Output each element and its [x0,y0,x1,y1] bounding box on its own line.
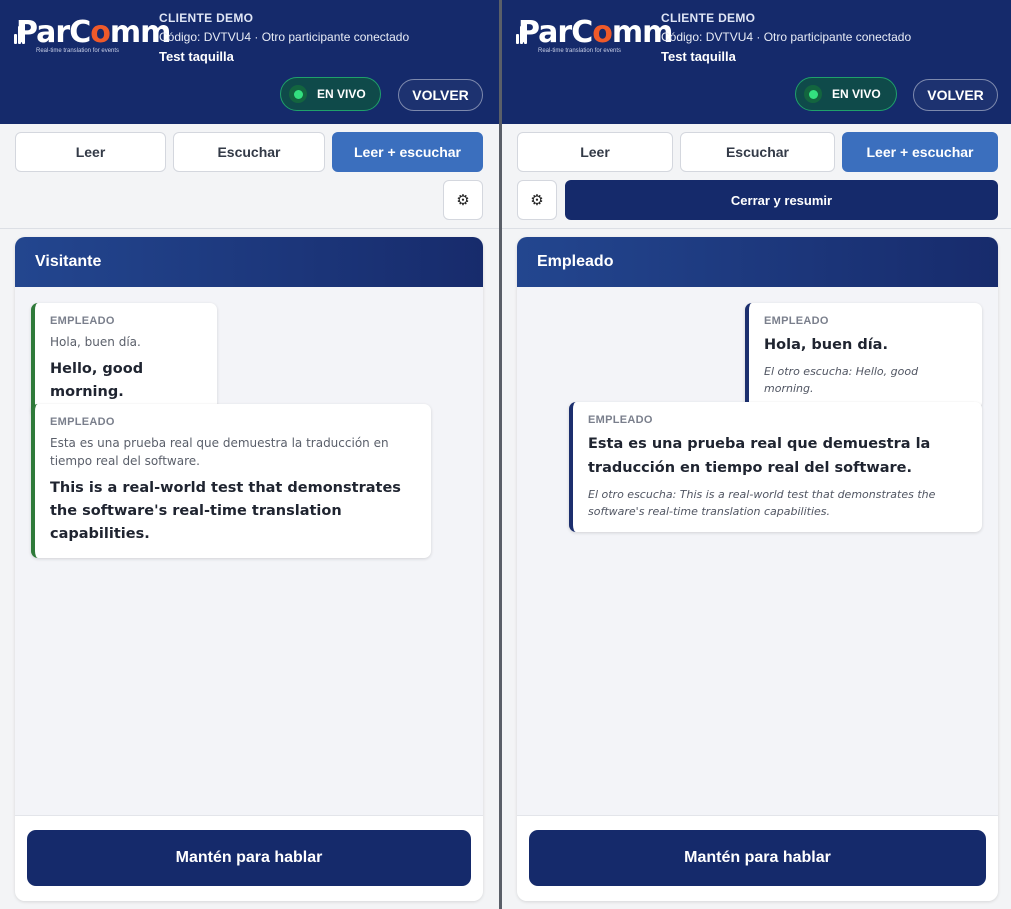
message-translation: Hello, good morning. [50,361,144,400]
mode-listen-button[interactable]: Escuchar [680,132,835,172]
chat-panel: Visitante EMPLEADO Hola, buen día. Hello… [15,237,483,901]
chat-panel-title: Empleado [517,237,998,287]
session-info: Código: DVTVU4 · Otro participante conec… [159,30,410,44]
gear-icon: ⚙ [456,192,470,209]
event-name: Test taquilla [159,49,234,64]
parcomm-logo: ParC o mm Real-time translation for events [516,15,673,54]
employee-pane: ParC o mm Real-time translation for events… [502,0,1011,909]
message-speaker: EMPLEADO [50,315,115,327]
message-heard-translation: El otro escucha: This is a real-world te… [588,488,936,518]
back-button[interactable]: VOLVER [398,79,483,111]
settings-button[interactable]: ⚙ [443,180,483,220]
client-name: CLIENTE DEMO [159,11,254,25]
message-heard-translation: El otro escucha: Hello, good morning. [764,365,919,395]
close-and-summarize-button[interactable]: Cerrar y resumir [565,180,998,220]
app-header: ParC o mm Real-time translation for events… [0,0,499,124]
message-text: Hola, buen día. [764,337,888,353]
mode-listen-button[interactable]: Escuchar [173,132,325,172]
mode-read-button[interactable]: Leer [517,132,673,172]
message-original: Hola, buen día. [50,335,141,349]
message-card: EMPLEADO Hola, buen día. Hello, good mor… [31,303,217,416]
divider [502,228,1011,229]
message-speaker: EMPLEADO [588,414,653,426]
divider [0,228,499,229]
live-indicator-icon [289,85,307,103]
chat-footer: Mantén para hablar [15,815,483,901]
event-name: Test taquilla [661,49,736,64]
message-speaker: EMPLEADO [50,416,115,428]
chat-footer: Mantén para hablar [517,815,998,901]
message-original: Esta es una prueba real que demuestra la… [50,436,389,468]
visitor-pane: ParC o mm Real-time translation for events… [0,0,499,909]
parcomm-logo: ParC o mm Real-time translation for events [14,15,171,54]
push-to-talk-button[interactable]: Mantén para hablar [27,830,471,886]
mode-read-button[interactable]: Leer [15,132,166,172]
live-indicator-icon [804,85,822,103]
back-button[interactable]: VOLVER [913,79,998,111]
message-speaker: EMPLEADO [764,315,829,327]
mode-read-listen-button[interactable]: Leer + escuchar [842,132,998,172]
app-header: ParC o mm Real-time translation for events… [502,0,1011,124]
client-name: CLIENTE DEMO [661,11,756,25]
push-to-talk-button[interactable]: Mantén para hablar [529,830,986,886]
gear-icon: ⚙ [530,192,544,209]
session-info: Código: DVTVU4 · Otro participante conec… [661,30,912,44]
message-translation: This is a real-world test that demonstra… [50,480,401,542]
chat-panel: Empleado EMPLEADO Hola, buen día. El otr… [517,237,998,901]
live-status-badge: EN VIVO [795,77,897,111]
message-text: Esta es una prueba real que demuestra la… [588,436,931,476]
message-card: EMPLEADO Hola, buen día. El otro escucha… [745,303,982,409]
live-status-badge: EN VIVO [280,77,381,111]
message-card: EMPLEADO Esta es una prueba real que dem… [31,404,431,558]
chat-panel-title: Visitante [15,237,483,287]
mode-read-listen-button[interactable]: Leer + escuchar [332,132,483,172]
message-card: EMPLEADO Esta es una prueba real que dem… [569,402,982,532]
settings-button[interactable]: ⚙ [517,180,557,220]
